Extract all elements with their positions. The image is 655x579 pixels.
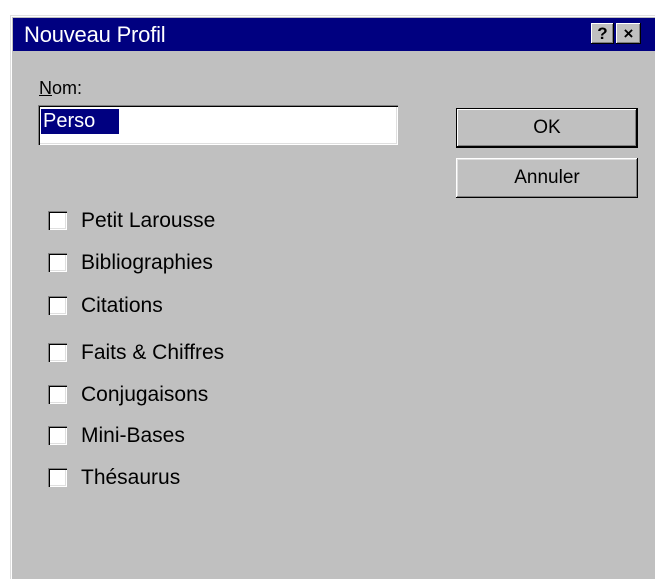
name-input-value: Perso [41, 109, 120, 134]
checkbox-box[interactable] [48, 253, 67, 272]
close-button[interactable]: × [616, 23, 641, 44]
cancel-button[interactable]: Annuler [456, 158, 638, 198]
name-label-text: om: [52, 78, 83, 98]
name-label: Nom: [39, 78, 82, 98]
ok-button[interactable]: OK [456, 108, 638, 148]
name-input[interactable]: Perso [38, 105, 398, 145]
help-icon: ? [597, 24, 608, 43]
checkbox-box[interactable] [48, 343, 67, 362]
checkbox-label: Bibliographies [81, 251, 213, 274]
checkbox-label: Conjugaisons [81, 383, 209, 406]
title-bar[interactable]: Nouveau Profil ? × [13, 18, 655, 51]
checkbox-box[interactable] [48, 468, 67, 487]
checkbox-box[interactable] [48, 385, 67, 404]
close-icon: × [623, 24, 634, 43]
dialog-title: Nouveau Profil [24, 22, 166, 47]
checkbox-label: Citations [81, 294, 163, 317]
checkbox-label: Thésaurus [81, 466, 181, 489]
name-label-mnemonic: N [39, 78, 52, 98]
checkbox-label: Petit Larousse [81, 209, 216, 232]
help-button[interactable]: ? [591, 23, 614, 44]
checkbox-box[interactable] [48, 296, 67, 315]
checkbox-box[interactable] [48, 211, 67, 230]
checkbox-label: Faits & Chiffres [81, 341, 225, 364]
checkbox-box[interactable] [48, 426, 67, 445]
checkbox-label: Mini-Bases [81, 424, 185, 447]
new-profile-dialog: Nouveau Profil ? × Nom: Perso OK Annuler… [10, 15, 655, 579]
